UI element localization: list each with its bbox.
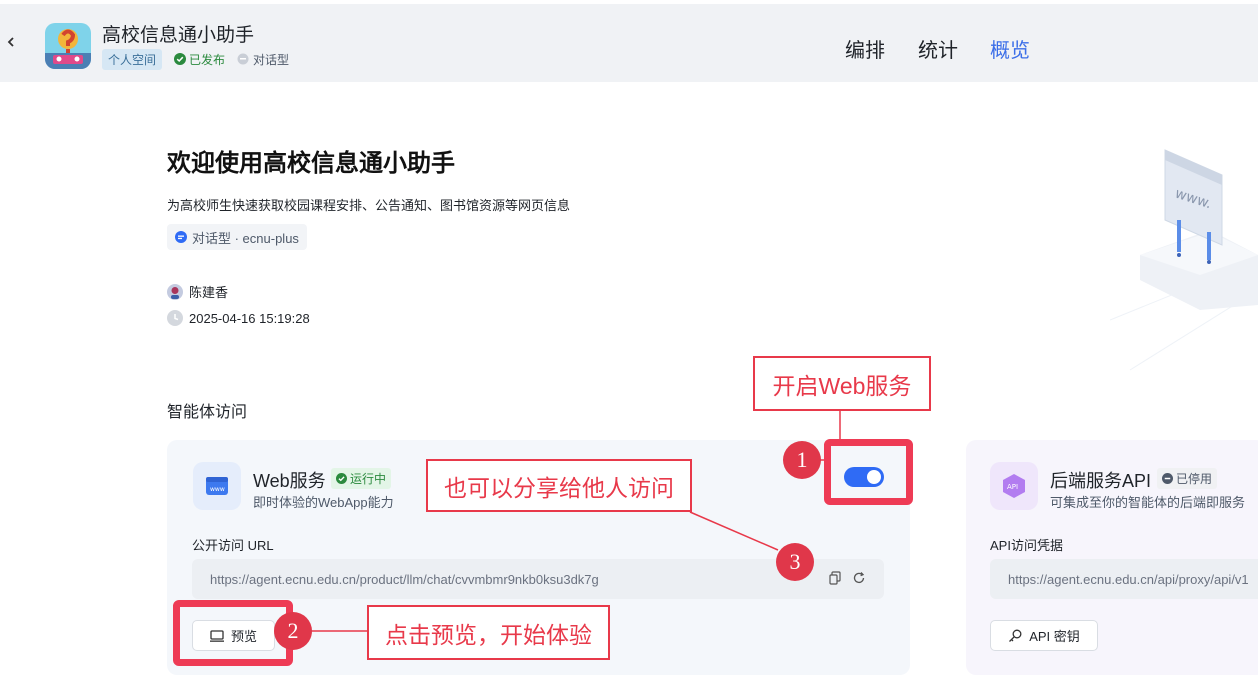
highlight-toggle	[824, 439, 913, 505]
user-avatar-icon	[167, 283, 183, 300]
published-status: 已发布	[174, 51, 225, 68]
web-server-illustration: www.	[1110, 149, 1258, 371]
stopped-label: 已停用	[1176, 472, 1213, 486]
tab-stats[interactable]: 统计	[918, 34, 958, 63]
annotation-share: 也可以分享给他人访问	[426, 459, 692, 512]
app-meta: 个人空间 已发布 对话型	[102, 48, 289, 70]
public-url-value: https://agent.ecnu.edu.cn/product/llm/ch…	[210, 571, 599, 587]
type-model-label: 对话型 · ecnu-plus	[192, 230, 299, 246]
chat-bubble-icon	[175, 231, 187, 243]
api-icon: API	[990, 462, 1038, 510]
type-model-chip: 对话型 · ecnu-plus	[167, 224, 307, 250]
running-label: 运行中	[350, 472, 387, 486]
stop-circle-icon	[1162, 473, 1173, 484]
app-title: 高校信息通小助手	[102, 25, 255, 46]
api-key-button[interactable]: API 密钥	[990, 620, 1098, 651]
check-circle-icon	[174, 53, 187, 65]
created-time: 2025-04-16 15:19:28	[167, 310, 310, 326]
author-name: 陈建香	[189, 285, 229, 300]
step-2-marker: 2	[274, 612, 312, 650]
tab-overview[interactable]: 概览	[990, 34, 1030, 63]
annotation-preview: 点击预览，开始体验	[367, 605, 610, 660]
copy-icon[interactable]	[828, 571, 842, 585]
section-title: 智能体访问	[167, 404, 248, 421]
web-service-title: Web服务	[253, 471, 326, 491]
stopped-badge: 已停用	[1157, 468, 1218, 489]
app-description: 为高校师生快速获取校园课程安排、公告通知、图书馆资源等网页信息	[167, 198, 571, 213]
api-service-title: 后端服务API	[1050, 471, 1152, 491]
back-arrow-icon[interactable]	[4, 32, 18, 52]
app-avatar	[45, 23, 91, 69]
space-tag: 个人空间	[102, 48, 163, 70]
chat-bubble-icon	[237, 53, 249, 65]
tab-arrange[interactable]: 编排	[845, 34, 885, 63]
refresh-icon[interactable]	[852, 571, 866, 585]
url-actions	[828, 571, 866, 585]
app-type: 对话型	[237, 51, 289, 68]
api-credentials-label: API访问凭据	[990, 538, 1063, 553]
api-url-field[interactable]: https://agent.ecnu.edu.cn/api/proxy/api/…	[990, 559, 1258, 599]
api-url-value: https://agent.ecnu.edu.cn/api/proxy/api/…	[1008, 571, 1249, 587]
clock-icon	[167, 310, 183, 326]
welcome-title: 欢迎使用高校信息通小助手	[167, 150, 455, 177]
author: 陈建香	[167, 282, 228, 301]
running-badge: 运行中	[331, 468, 392, 489]
public-url-label: 公开访问 URL	[192, 538, 274, 553]
check-circle-icon	[336, 473, 347, 484]
key-icon	[1009, 629, 1022, 642]
api-service-card: API 后端服务API 已停用 可集成至你的智能体的后端即服务 API访问凭据 …	[966, 440, 1258, 675]
annotation-enable-web: 开启Web服务	[753, 356, 931, 411]
svg-text:API: API	[1007, 483, 1018, 491]
created-time-value: 2025-04-16 15:19:28	[189, 310, 310, 326]
svg-text:www: www	[210, 486, 225, 493]
web-service-subtitle: 即时体验的WebApp能力	[253, 495, 394, 510]
step-1-marker: 1	[783, 441, 821, 479]
api-service-subtitle: 可集成至你的智能体的后端即服务	[1050, 495, 1246, 510]
app-type-label: 对话型	[253, 52, 290, 67]
top-bar: 高校信息通小助手 个人空间 已发布 对话型 编排 统计 概览	[0, 0, 1258, 82]
api-key-label: API 密钥	[1029, 629, 1080, 644]
step-3-marker: 3	[776, 543, 814, 581]
status-label: 已发布	[189, 52, 226, 67]
web-service-icon: www	[193, 462, 241, 510]
